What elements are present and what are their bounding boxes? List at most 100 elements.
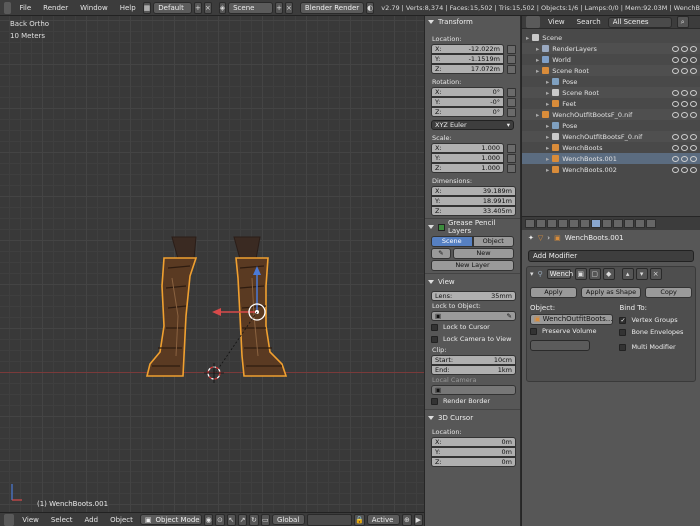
outliner-row[interactable]: ▸ Pose (522, 76, 700, 87)
preserve-volume-checkbox[interactable]: Preserve Volume (530, 325, 619, 337)
outliner-row[interactable]: ▸ WenchBoots (522, 142, 700, 153)
local-camera-field[interactable]: ▣ (431, 385, 516, 395)
modifier-name-field[interactable]: Wench (546, 269, 573, 279)
eye-icon[interactable] (672, 166, 679, 173)
transform-header[interactable]: Transform (425, 16, 520, 28)
expand-arrow-icon[interactable]: ▸ (546, 78, 549, 86)
modifier-up-icon[interactable]: ▴ (621, 268, 634, 280)
outliner-row[interactable]: ▸ Scene Root (522, 65, 700, 76)
mode-selector[interactable]: ▣ Object Mode (139, 514, 202, 525)
outliner-row[interactable]: ▸ World (522, 54, 700, 65)
modifier-render-icon[interactable]: ▣ (574, 268, 587, 280)
tab-render-layers-icon[interactable] (536, 219, 546, 228)
cursor-icon[interactable] (681, 89, 688, 96)
pivot-icon[interactable]: ⊙ (215, 513, 225, 526)
expand-arrow-icon[interactable]: ▸ (526, 34, 529, 42)
lock-icon[interactable] (507, 107, 516, 117)
menu-render[interactable]: Render (37, 4, 74, 12)
rotation-mode-dropdown[interactable]: XYZ Euler ▾ (431, 120, 514, 130)
modifier-viewport-icon[interactable]: ▢ (588, 268, 601, 280)
camera-icon[interactable] (690, 67, 697, 74)
scene-close-icon[interactable]: × (285, 1, 293, 14)
scale-icon[interactable]: ▭ (260, 513, 270, 526)
outliner-filter-dropdown[interactable]: All Scenes (607, 16, 672, 28)
eye-icon[interactable] (672, 56, 679, 63)
grease-enable-checkbox[interactable] (438, 223, 445, 231)
dimension-x-field[interactable]: X: 39.189m (431, 186, 516, 196)
3d-viewport[interactable]: Back Ortho 10 Meters (1) WenchBoots.001 (0, 16, 424, 512)
scale-y-field[interactable]: Y: 1.000 (431, 153, 504, 163)
render-engine-selector[interactable]: Blender Render (299, 1, 365, 14)
lock-object-field[interactable]: ▣ ✎ (431, 311, 516, 321)
layout-selector[interactable]: Default (153, 1, 192, 14)
cursor-x-field[interactable]: X: 0m (431, 437, 516, 447)
eye-icon[interactable] (672, 89, 679, 96)
expand-arrow-icon[interactable]: ▸ (536, 45, 539, 53)
outliner-view-menu[interactable]: View (542, 18, 571, 26)
menu-view[interactable]: View (16, 516, 45, 524)
lock-icon[interactable] (507, 44, 516, 54)
camera-icon[interactable] (690, 56, 697, 63)
cursor-icon[interactable] (681, 67, 688, 74)
dimension-y-field[interactable]: Y: 18.991m (431, 196, 516, 206)
lock-cursor-checkbox[interactable]: Lock to Cursor (431, 321, 520, 333)
camera-icon[interactable] (690, 45, 697, 52)
editor-type-icon-outliner[interactable] (526, 16, 540, 28)
modifier-down-icon[interactable]: ▾ (635, 268, 648, 280)
multi-modifier-checkbox[interactable]: Multi Modifier (619, 341, 692, 353)
lock-icon[interactable] (507, 163, 516, 173)
expand-arrow-icon[interactable]: ▸ (546, 122, 549, 130)
camera-icon[interactable] (690, 133, 697, 140)
location-z-field[interactable]: Z: 17.072m (431, 64, 504, 74)
rotation-x-field[interactable]: X: 0° (431, 87, 504, 97)
layout-close-icon[interactable]: × (203, 1, 212, 14)
menu-select[interactable]: Select (45, 516, 79, 524)
layer-state-selector[interactable]: Active (366, 514, 401, 525)
orientation-selector[interactable]: Global (271, 514, 306, 525)
lock-camera-checkbox[interactable]: Lock Camera to View (431, 333, 520, 345)
apply-button[interactable]: Apply (530, 287, 577, 298)
eye-icon[interactable] (672, 133, 679, 140)
3d-cursor-header[interactable]: 3D Cursor (425, 412, 520, 424)
render-border-checkbox[interactable]: Render Border (431, 395, 520, 407)
boot-left[interactable] (145, 236, 198, 377)
scene-icon[interactable]: ◈ (218, 1, 227, 14)
layer-lock-icon[interactable]: 🔒 (354, 513, 365, 526)
manipulator-icon[interactable]: ↖ (226, 513, 236, 526)
collapse-arrow-icon[interactable]: ▾ (530, 270, 534, 278)
outliner-row[interactable]: ▸ Scene Root (522, 87, 700, 98)
outliner-row[interactable]: ▸ WenchBoots.001 (522, 153, 700, 164)
pin-icon[interactable]: ✦ (528, 234, 534, 242)
editor-type-icon[interactable] (4, 1, 12, 14)
scene-selector[interactable]: Scene (228, 1, 274, 14)
rotation-z-field[interactable]: Z: 0° (431, 107, 504, 117)
grease-object-toggle[interactable]: Object (472, 236, 514, 247)
outliner-search-icon[interactable]: ⌕ (676, 16, 689, 28)
scale-x-field[interactable]: X: 1.000 (431, 143, 504, 153)
cursor-icon[interactable] (681, 133, 688, 140)
eye-icon[interactable] (672, 45, 679, 52)
eye-icon[interactable] (672, 155, 679, 162)
copy-button[interactable]: Copy (645, 287, 692, 298)
tab-world-icon[interactable] (558, 219, 568, 228)
cursor-icon[interactable] (681, 166, 688, 173)
expand-arrow-icon[interactable]: ▸ (546, 100, 549, 108)
modifier-remove-icon[interactable]: × (649, 268, 662, 280)
cursor-icon[interactable] (681, 111, 688, 118)
outliner-row[interactable]: ▸ Scene (522, 32, 700, 43)
lock-icon[interactable] (507, 153, 516, 163)
outliner-row[interactable]: ▸ Feet (522, 98, 700, 109)
tab-material-icon[interactable] (613, 219, 623, 228)
tab-physics-icon[interactable] (646, 219, 656, 228)
cursor-icon[interactable] (681, 45, 688, 52)
snap-icon[interactable]: ⊕ (402, 513, 412, 526)
3d-cursor[interactable] (204, 363, 224, 383)
outliner-row[interactable]: ▸ Pose (522, 120, 700, 131)
expand-arrow-icon[interactable]: ▸ (546, 155, 549, 163)
outliner-row[interactable]: ▸ RenderLayers (522, 43, 700, 54)
outliner-row[interactable]: ▸ WenchBoots.002 (522, 164, 700, 175)
rotation-y-field[interactable]: Y: -0° (431, 97, 504, 107)
outliner-row[interactable]: ▸ WenchOutfitBootsF_0.nif (522, 131, 700, 142)
menu-help[interactable]: Help (114, 4, 142, 12)
expand-arrow-icon[interactable]: ▸ (536, 111, 539, 119)
